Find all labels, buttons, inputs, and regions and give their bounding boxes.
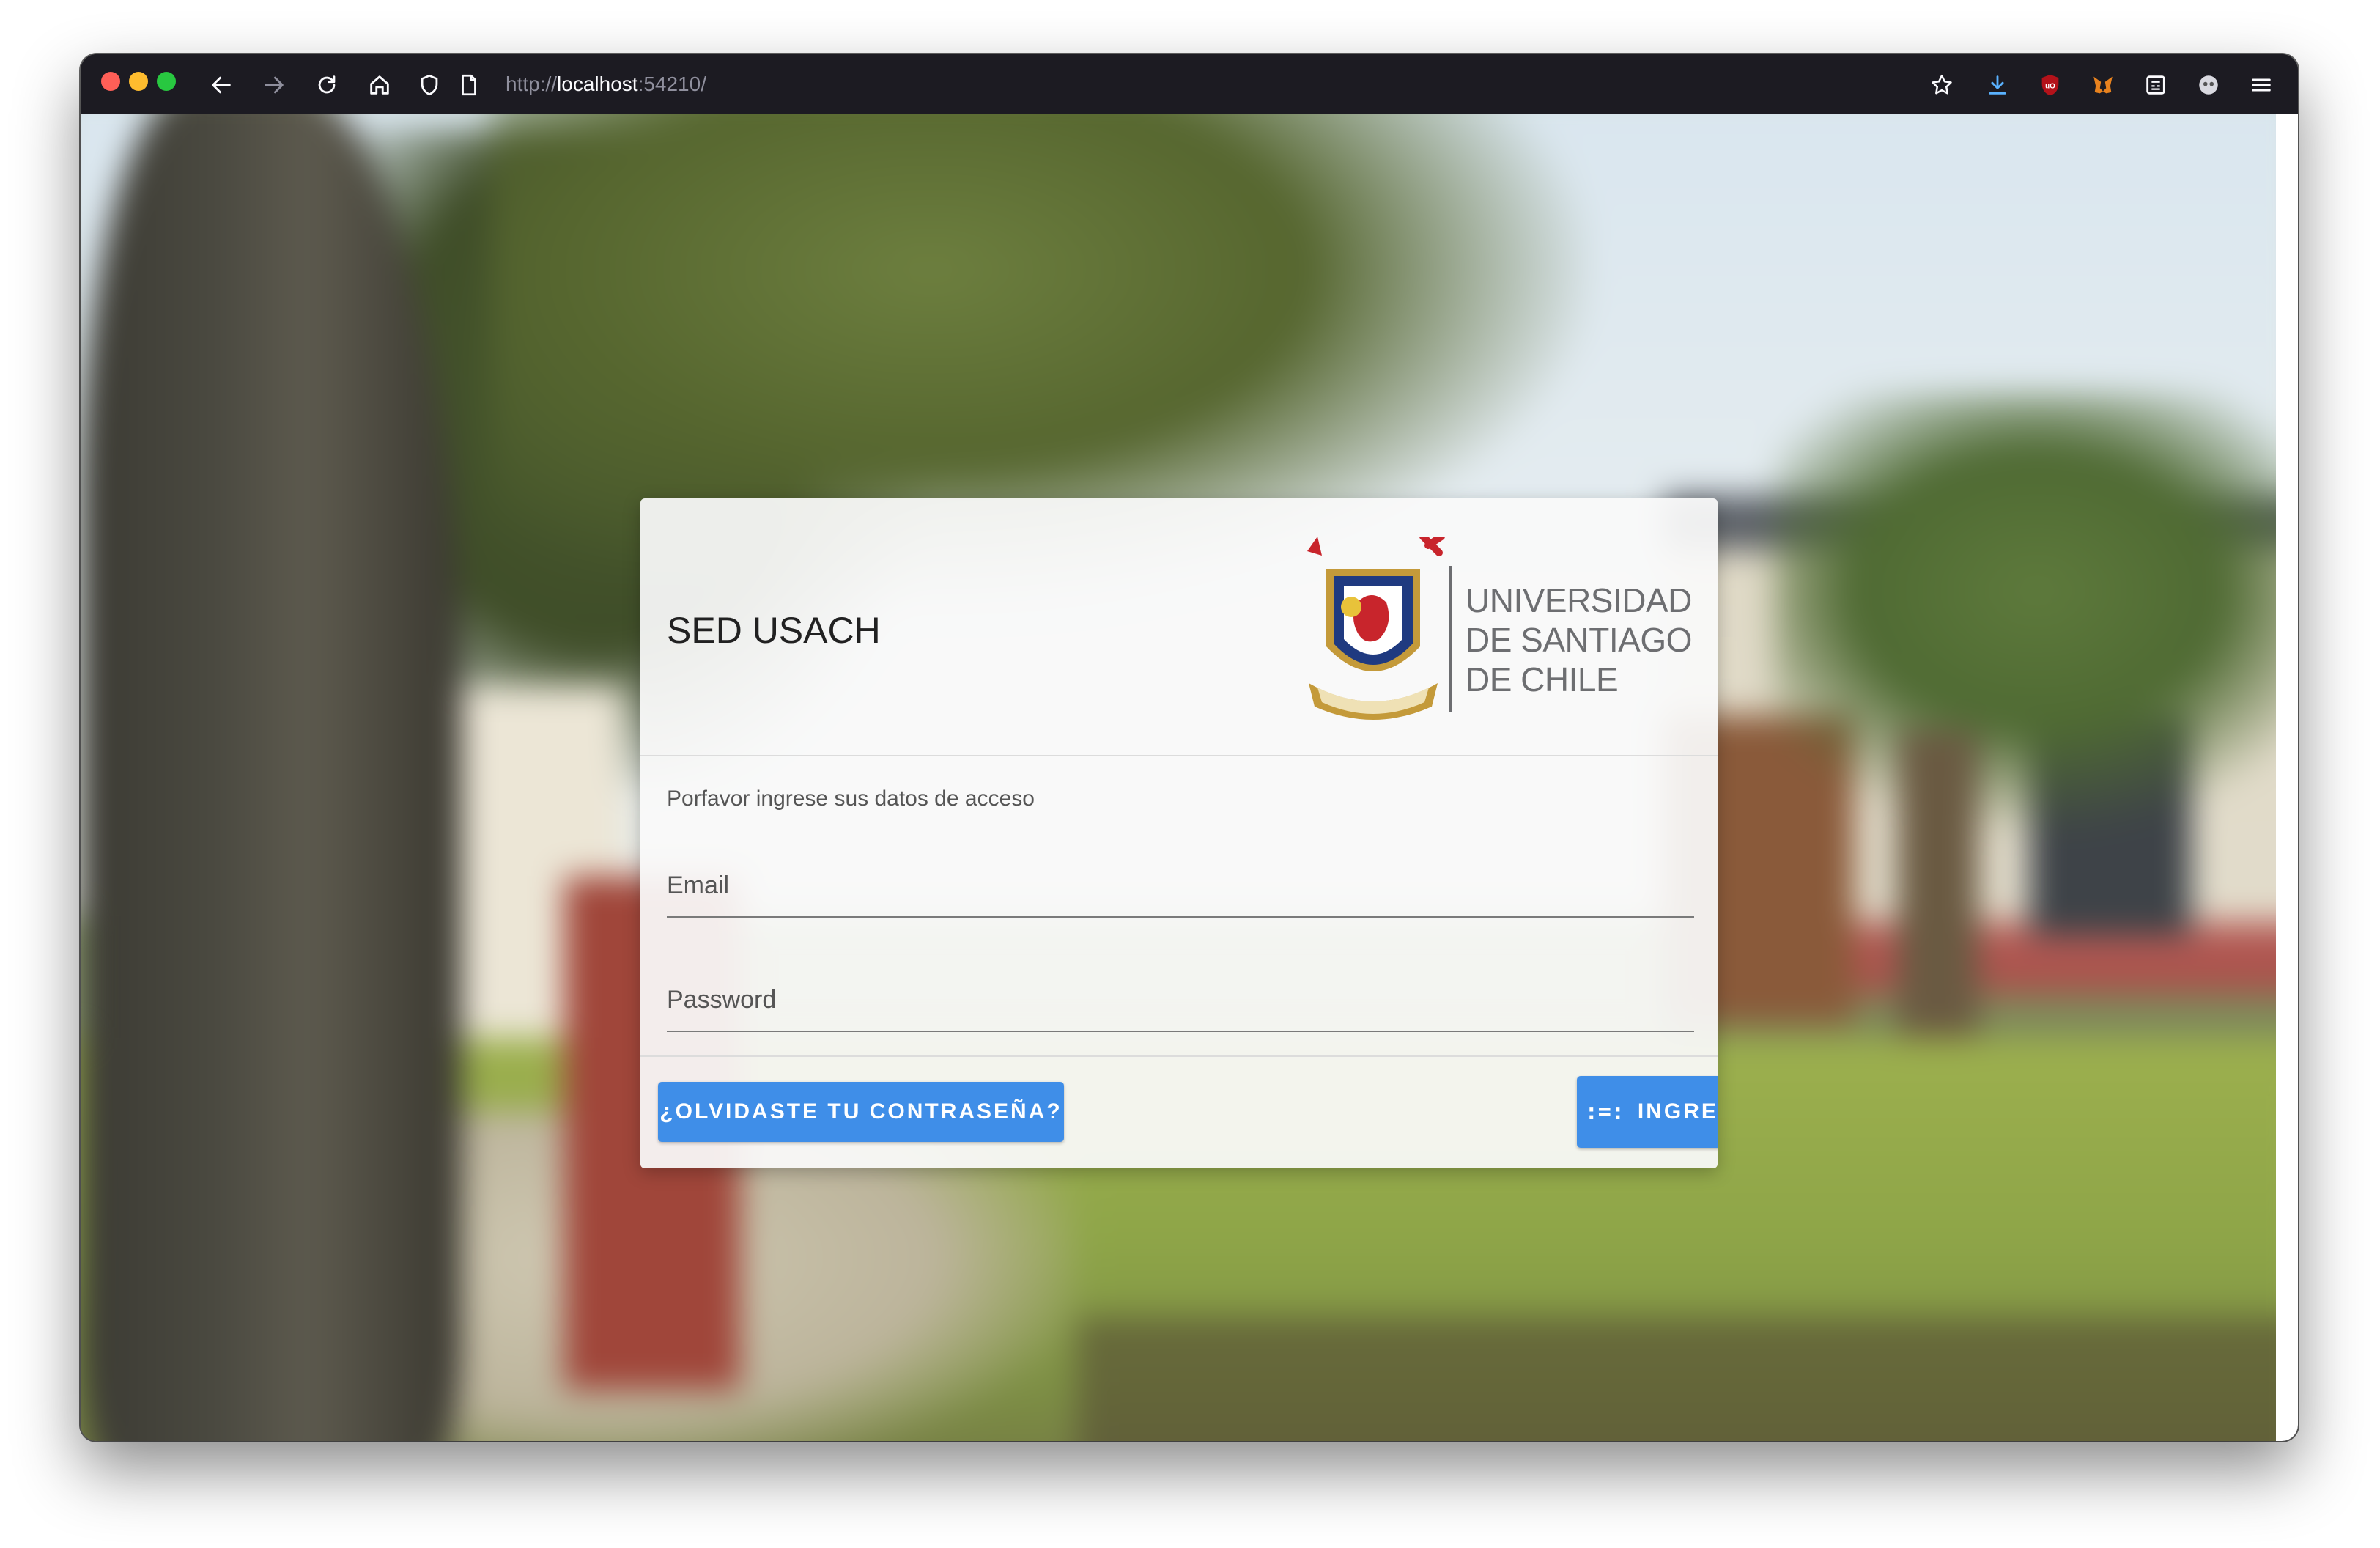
email-label: Email xyxy=(667,871,730,899)
svg-text:uO: uO xyxy=(2045,82,2055,90)
star-icon[interactable] xyxy=(1926,69,1958,101)
reader-icon[interactable] xyxy=(2140,69,2172,101)
hamburger-menu-icon[interactable] xyxy=(2245,69,2277,101)
browser-toolbar: http://localhost:54210/ uO xyxy=(81,54,2298,114)
reload-icon[interactable] xyxy=(311,69,343,101)
ublock-icon[interactable]: uO xyxy=(2034,69,2066,101)
page-title: SED USACH xyxy=(667,610,881,651)
scrollbar[interactable] xyxy=(2276,114,2298,1441)
download-icon[interactable] xyxy=(1981,69,2014,101)
login-subtitle: Porfavor ingrese sus datos de acceso xyxy=(667,786,1035,811)
header-divider xyxy=(640,755,1718,756)
forgot-password-button[interactable]: ¿OLVIDASTE TU CONTRASEÑA? xyxy=(658,1082,1064,1142)
email-field[interactable]: Email xyxy=(667,844,1694,918)
login-icon: :=: xyxy=(1584,1099,1625,1125)
metamask-icon[interactable] xyxy=(2087,69,2119,101)
arrow-right-icon[interactable] xyxy=(258,69,290,101)
login-card: SED USACH UNIVERSIDAD DE SANTIAGO DE CHI… xyxy=(640,498,1718,1168)
email-underline xyxy=(667,916,1694,918)
university-crest-icon xyxy=(1307,537,1445,720)
minimize-window-button[interactable] xyxy=(129,72,148,91)
arrow-left-icon[interactable] xyxy=(205,69,237,101)
login-button-label: INGRESAR xyxy=(1637,1099,1718,1124)
password-label: Password xyxy=(667,986,777,1014)
url-text[interactable]: http://localhost:54210/ xyxy=(506,70,706,98)
login-card-header: SED USACH UNIVERSIDAD DE SANTIAGO DE CHI… xyxy=(640,498,1718,755)
zoom-window-button[interactable] xyxy=(157,72,176,91)
page-viewport: SED USACH UNIVERSIDAD DE SANTIAGO DE CHI… xyxy=(81,114,2276,1441)
footer-divider xyxy=(640,1055,1718,1057)
home-icon[interactable] xyxy=(363,69,396,101)
university-logo: UNIVERSIDAD DE SANTIAGO DE CHILE xyxy=(1300,537,1696,720)
close-window-button[interactable] xyxy=(101,72,120,91)
profile-icon[interactable] xyxy=(2192,69,2225,101)
password-underline xyxy=(667,1031,1694,1032)
login-button[interactable]: :=: INGRESAR xyxy=(1577,1076,1718,1148)
browser-window: http://localhost:54210/ uO SED USACH UNI… xyxy=(81,54,2298,1441)
page-icon xyxy=(453,69,485,101)
password-field[interactable]: Password xyxy=(667,959,1694,1032)
university-name: UNIVERSIDAD DE SANTIAGO DE CHILE xyxy=(1466,581,1692,699)
shield-icon[interactable] xyxy=(413,69,446,101)
url-bar[interactable]: http://localhost:54210/ xyxy=(413,54,1989,114)
